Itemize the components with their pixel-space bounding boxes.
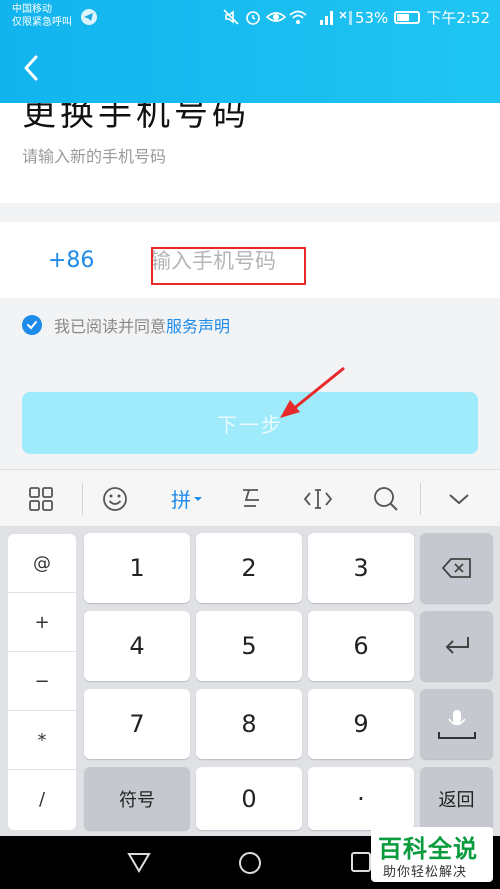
key-4[interactable]: 4 (84, 611, 190, 681)
key-5[interactable]: 5 (196, 611, 302, 681)
handwriting-icon (243, 488, 259, 507)
symbol-key-asterisk[interactable]: * (8, 711, 76, 770)
keyboard-menu-button[interactable] (22, 470, 60, 527)
voice-input-key[interactable] (420, 689, 493, 759)
eye-icon (266, 12, 286, 22)
service-terms-link[interactable]: 服务声明 (166, 313, 230, 337)
backspace-icon (441, 558, 471, 578)
alarm-icon (246, 11, 260, 25)
battery-percent: 53% (354, 8, 389, 27)
emoji-button[interactable] (96, 470, 134, 527)
microphone-icon (437, 710, 476, 739)
return-key[interactable]: 返回 (420, 767, 493, 830)
dot-key[interactable]: · (308, 767, 414, 830)
next-step-button[interactable]: 下一步 (22, 392, 478, 454)
carrier-name: 中国移动 (12, 4, 52, 15)
signal-4g-icon (320, 11, 333, 25)
hide-keyboard-button[interactable] (440, 470, 478, 527)
phone-number-input[interactable] (150, 246, 300, 276)
backspace-key[interactable] (420, 533, 493, 603)
nav-recents-icon[interactable] (350, 851, 372, 873)
symbol-column[interactable]: @ + − * / (8, 534, 76, 830)
symbols-key[interactable]: 符号 (84, 767, 190, 830)
back-arrow-icon[interactable] (18, 54, 46, 82)
watermark-title: 百科全说 (378, 835, 478, 863)
toolbar-divider (420, 483, 421, 515)
nav-home-icon[interactable] (238, 851, 262, 875)
carrier-info: 中国移动 仅限紧急呼叫 (12, 3, 72, 29)
input-mode-label: 拼 (171, 488, 191, 512)
key-7[interactable]: 7 (84, 689, 190, 759)
app-header: 中国移动 仅限紧急呼叫 53% 下午2:52 (0, 0, 500, 103)
key-6[interactable]: 6 (308, 611, 414, 681)
search-icon (374, 486, 398, 511)
battery-icon (394, 11, 421, 24)
keyboard-toolbar: 拼 (0, 469, 500, 526)
check-icon (27, 321, 37, 330)
watermark-subtitle: 助你轻松解决 (383, 865, 468, 880)
handwriting-button[interactable] (234, 470, 268, 527)
agreement-row: 我已阅读并同意 服务声明 (22, 313, 230, 337)
page-subtitle: 请输入新的手机号码 (22, 147, 167, 166)
key-1[interactable]: 1 (84, 533, 190, 603)
symbol-key-at[interactable]: @ (8, 534, 76, 593)
agree-checkbox[interactable] (22, 315, 42, 335)
input-mode-pinyin[interactable]: 拼 (164, 470, 210, 527)
symbol-key-plus[interactable]: + (8, 593, 76, 652)
key-8[interactable]: 8 (196, 689, 302, 759)
country-code-selector[interactable]: +86 (48, 248, 94, 273)
grid-icon (29, 486, 53, 511)
cursor-move-icon (303, 488, 333, 509)
search-button[interactable] (368, 470, 404, 527)
mute-icon (223, 9, 239, 25)
toolbar-divider (82, 483, 83, 515)
agreement-text: 我已阅读并同意 (54, 317, 167, 336)
symbol-key-minus[interactable]: − (8, 652, 76, 711)
key-3[interactable]: 3 (308, 533, 414, 603)
nav-back-icon[interactable] (127, 851, 151, 873)
status-right: 53% 下午2:52 (355, 7, 490, 28)
clock: 下午2:52 (426, 9, 490, 27)
carrier-status: 仅限紧急呼叫 (12, 17, 72, 28)
emoji-icon (103, 486, 127, 511)
wifi-icon (289, 10, 307, 24)
enter-key[interactable] (420, 611, 493, 681)
chevron-down-icon (449, 493, 469, 504)
key-9[interactable]: 9 (308, 689, 414, 759)
telegram-icon (81, 9, 97, 25)
status-bar: 中国移动 仅限紧急呼叫 53% 下午2:52 (0, 0, 500, 34)
key-2[interactable]: 2 (196, 533, 302, 603)
key-0[interactable]: 0 (196, 767, 302, 830)
symbol-key-slash[interactable]: / (8, 770, 76, 829)
cursor-edit-button[interactable] (300, 470, 336, 527)
enter-icon (445, 637, 469, 654)
signal-no-service-icon (339, 11, 352, 25)
dropdown-icon (194, 496, 202, 501)
